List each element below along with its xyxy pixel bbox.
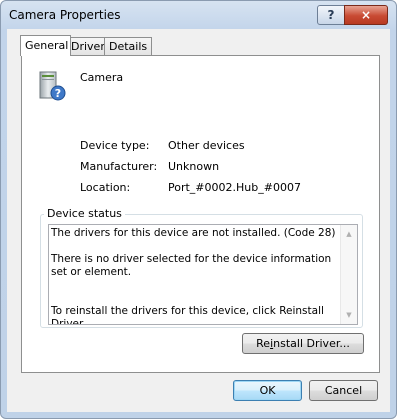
window-title: Camera Properties [9,8,121,22]
scroll-down-arrow-icon[interactable]: ▼ [341,308,357,322]
device-type-label: Device type: [80,139,150,152]
close-button[interactable]: × [344,5,388,25]
ok-button[interactable]: OK [233,380,302,401]
location-value: Port_#0002.Hub_#0007 [168,181,301,194]
manufacturer-value: Unknown [168,160,220,173]
reinstall-label-end: nstall Driver... [273,337,350,350]
device-status-textbox[interactable]: The drivers for this device are not inst… [48,224,358,325]
device-status-label: Device status [44,207,125,220]
device-status-text: The drivers for this device are not inst… [51,227,336,325]
dialog-client-area: General Driver Details ? Camera Device t… [7,29,390,412]
tab-general[interactable]: General [20,35,71,56]
status-scrollbar[interactable]: ▲ ▼ [340,225,357,324]
manufacturer-label: Manufacturer: [80,160,158,173]
device-name: Camera [80,71,124,84]
help-icon: ? [327,8,335,22]
dialog-window: Camera Properties ? × General Driver Det… [0,0,397,419]
location-label: Location: [80,181,131,194]
general-tab-page: ? Camera Device type: Other devices Manu… [21,55,380,373]
tab-driver[interactable]: Driver [66,37,109,55]
reinstall-driver-button[interactable]: Re i nstall Driver... [242,333,364,354]
tab-details[interactable]: Details [104,37,152,55]
svg-text:?: ? [55,87,61,100]
reinstall-label-start: Re [256,337,271,350]
device-type-value: Other devices [168,139,245,152]
scroll-up-arrow-icon[interactable]: ▲ [341,227,357,241]
title-bar[interactable]: Camera Properties ? × [1,1,396,29]
help-button[interactable]: ? [317,5,345,25]
cancel-button[interactable]: Cancel [309,380,378,401]
camera-device-unknown-icon: ? [39,71,66,101]
close-icon: × [360,8,372,22]
